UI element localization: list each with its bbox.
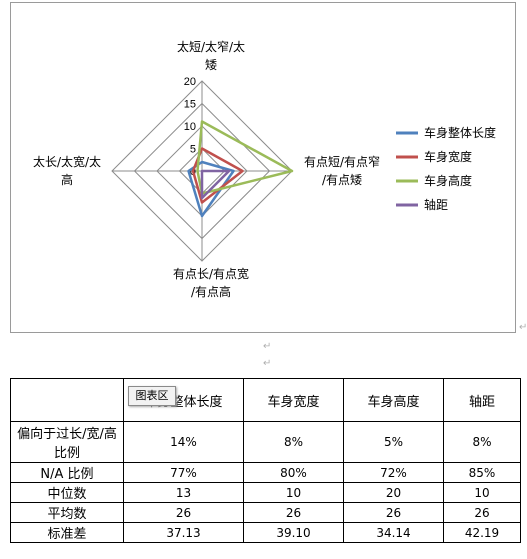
table-row: N/A 比例 77% 80% 72% 85%: [10, 462, 521, 483]
tick-label: 15: [184, 99, 196, 111]
table-cell: 26: [123, 502, 244, 523]
table-cell: 26: [343, 502, 444, 523]
table-header-row: 车身整体长度 车身宽度 车身高度 轴距: [10, 378, 521, 422]
legend-label-1: 车身整体长度: [424, 125, 496, 140]
row-header-cell: 偏向于过长/宽/高比例: [10, 421, 124, 463]
chart-area-tooltip: 图表区: [128, 386, 176, 406]
table-cell: 10: [443, 482, 521, 503]
paragraph-mark: ↵: [519, 322, 527, 333]
tick-label: 5: [190, 144, 196, 156]
table-cell: 85%: [443, 462, 521, 483]
paragraph-mark: ↵: [263, 358, 272, 369]
paragraph-mark: ↵: [263, 341, 272, 352]
radar-chart: 05101520太短/太窄/太矮有点短/有点窄/有点矮有点长/有点宽/有点高太长…: [33, 39, 496, 299]
table-cell: 13: [123, 482, 244, 503]
axis-label: 有点短/有点窄: [304, 154, 380, 169]
table-cell: 72%: [343, 462, 444, 483]
table-cell: 5%: [343, 421, 444, 463]
table-cell: 42.19: [443, 522, 521, 543]
axis-label: 太长/太宽/太: [33, 154, 101, 169]
row-header-cell: 标准差: [10, 522, 124, 543]
legend-label-3: 车身高度: [424, 173, 472, 188]
table-cell: 14%: [123, 421, 244, 463]
axis-label: 矮: [205, 58, 217, 72]
legend-label-2: 车身宽度: [424, 149, 472, 164]
row-header-cell: 平均数: [10, 502, 124, 523]
table-row: 中位数 13 10 20 10: [10, 482, 521, 503]
table-cell: 轴距: [443, 378, 521, 422]
axis-label: /有点高: [191, 284, 231, 299]
chart-area[interactable]: 0 5 10 15 20 太短/太窄/太矮有点短/有点窄/有点矮 有点长/有点宽/有点高 太长…: [10, 2, 516, 333]
row-header-cell: 中位数: [10, 482, 124, 503]
table-cell: 20: [343, 482, 444, 503]
table-cell: 车身宽度: [243, 378, 344, 422]
table-cell: 26: [443, 502, 521, 523]
table-cell: 10: [243, 482, 344, 503]
stats-table: 车身整体长度 车身宽度 车身高度 轴距 偏向于过长/宽/高比例 14% 8% 5% 8% N/A …: [10, 378, 521, 543]
tick-label: 20: [184, 76, 196, 88]
legend-label-4: 轴距: [424, 197, 448, 212]
table-cell: 39.10: [243, 522, 344, 543]
axis-label: 有点长/有点宽: [173, 266, 249, 281]
table-cell: 80%: [243, 462, 344, 483]
table-cell: 车身高度: [343, 378, 444, 422]
axis-label: /有点矮: [322, 173, 362, 187]
table-cell: 26: [243, 502, 344, 523]
table-cell: 8%: [443, 421, 521, 463]
table-cell: 8%: [243, 421, 344, 463]
tick-label: 10: [184, 121, 196, 133]
table-cell: 37.13: [123, 522, 244, 543]
table-row: 平均数 26 26 26 26: [10, 502, 521, 523]
table-cell: 77%: [123, 462, 244, 483]
row-header-cell: [10, 378, 124, 422]
table-cell: 34.14: [343, 522, 444, 543]
table-row: 标准差 37.13 39.10 34.14 42.19: [10, 522, 521, 543]
table-row: 偏向于过长/宽/高比例 14% 8% 5% 8%: [10, 421, 521, 463]
row-header-cell: N/A 比例: [10, 462, 124, 483]
axis-label: 高: [61, 172, 73, 187]
axis-label: 太短/太窄/太: [177, 39, 245, 54]
